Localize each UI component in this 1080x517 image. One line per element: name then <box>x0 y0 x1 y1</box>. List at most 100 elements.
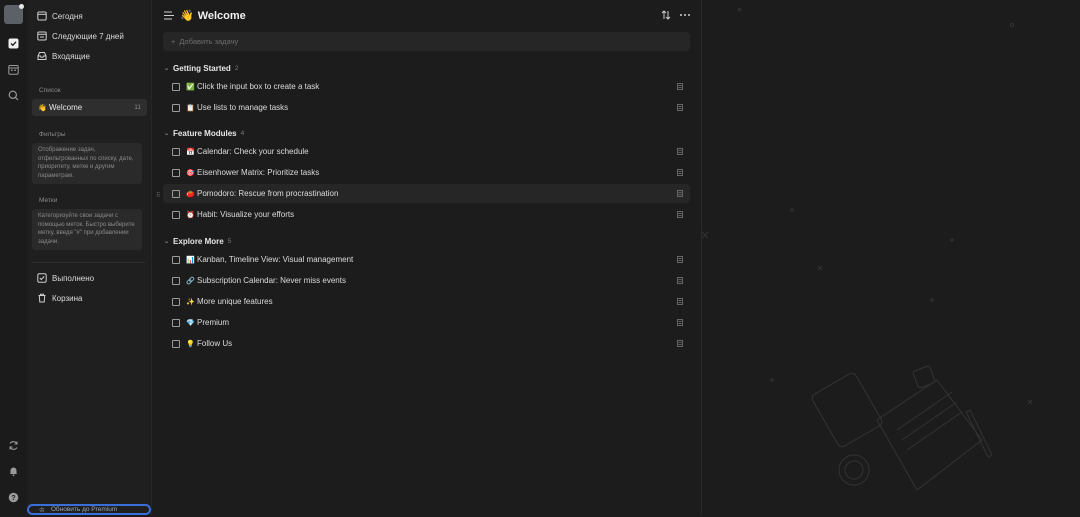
task-checkbox[interactable] <box>172 339 180 348</box>
task-checkbox[interactable] <box>172 276 180 285</box>
task-title: More unique features <box>197 297 273 306</box>
sidebar-item-completed[interactable]: Выполнено <box>37 271 94 285</box>
sidebar-item-today[interactable]: Сегодня <box>37 9 83 23</box>
dot-mark <box>790 208 794 212</box>
note-icon <box>677 256 683 263</box>
list-title: Welcome <box>197 9 246 22</box>
task-checkbox[interactable] <box>172 189 180 198</box>
note-icon <box>677 340 683 347</box>
more-options-icon[interactable] <box>679 10 691 22</box>
sort-icon[interactable] <box>661 10 671 22</box>
group-name: Explore More <box>173 237 224 246</box>
wave-icon: 👋 <box>180 10 194 22</box>
link-emoji-icon: 🔗 <box>186 277 195 285</box>
group-feature-modules[interactable]: ⌄ Feature Modules 4 <box>164 129 244 138</box>
task-row-hovered[interactable]: 🍅 Pomodoro: Rescue from procrastination <box>163 184 690 203</box>
clipboard-emoji-icon: 📋 <box>186 104 195 112</box>
drag-handle-icon[interactable]: ⠿ <box>156 192 160 199</box>
note-icon <box>677 319 683 326</box>
task-checkbox[interactable] <box>172 103 180 112</box>
check-emoji-icon: ✅ <box>186 83 195 91</box>
sidebar-item-welcome[interactable]: 👋 Welcome 11 <box>32 99 147 116</box>
task-checkbox[interactable] <box>172 210 180 219</box>
group-count: 4 <box>240 130 245 137</box>
lightbulb-emoji-icon: 💡 <box>186 340 195 348</box>
today-icon <box>37 11 47 21</box>
sparkle-mark <box>1027 399 1033 405</box>
sidebar: Сегодня Следующие 7 дней Входящие Список… <box>27 0 152 515</box>
sidebar-item-label: Сегодня <box>52 11 83 21</box>
task-title: Click the input box to create a task <box>197 82 320 91</box>
note-icon <box>677 277 683 284</box>
list-name: Welcome <box>49 103 83 112</box>
task-row[interactable]: 📊 Kanban, Timeline View: Visual manageme… <box>163 250 690 269</box>
dot-mark <box>950 238 954 242</box>
task-checkbox[interactable] <box>172 168 180 177</box>
sidebar-item-label: Следующие 7 дней <box>52 31 124 41</box>
task-row[interactable]: 💡 Follow Us <box>163 334 690 353</box>
filters-hint: Отображение задач, отфильтрованных по сп… <box>32 143 142 184</box>
upgrade-premium-button[interactable]: ♔ Обновить до Premium <box>27 504 151 515</box>
task-row[interactable]: 📋 Use lists to manage tasks <box>163 98 690 117</box>
task-row[interactable]: ⏰ Habit: Visualize your efforts <box>163 205 690 224</box>
svg-text:?: ? <box>11 495 15 502</box>
task-checkbox[interactable] <box>172 318 180 327</box>
task-detail-pane <box>701 0 1080 515</box>
task-row[interactable]: 🔗 Subscription Calendar: Never miss even… <box>163 271 690 290</box>
help-icon[interactable]: ? <box>6 490 21 505</box>
task-checkbox[interactable] <box>172 255 180 264</box>
add-task-placeholder: Добавить задачу <box>179 37 239 46</box>
empty-state-illustration <box>701 7 1033 491</box>
note-icon <box>677 190 683 197</box>
divider <box>32 262 145 263</box>
sidebar-item-label: Выполнено <box>52 273 95 283</box>
sparkles-emoji-icon: ✨ <box>186 298 195 306</box>
completed-icon <box>37 273 47 283</box>
task-title: Subscription Calendar: Never miss events <box>197 276 346 285</box>
task-row[interactable]: ✅ Click the input box to create a task <box>163 77 690 96</box>
tomato-emoji-icon: 🍅 <box>186 190 195 198</box>
add-task-input[interactable]: + Добавить задачу <box>163 32 690 51</box>
task-checkbox[interactable] <box>172 147 180 156</box>
task-title: Pomodoro: Rescue from procrastination <box>197 189 339 198</box>
avatar[interactable] <box>4 4 24 24</box>
search-icon[interactable] <box>6 88 21 103</box>
menu-icon[interactable] <box>164 11 174 22</box>
group-getting-started[interactable]: ⌄ Getting Started 2 <box>164 64 238 73</box>
dot-mark <box>770 378 774 382</box>
task-list-pane: 👋 Welcome + Добавить задачу ⌄ Getting St… <box>152 0 700 515</box>
sidebar-item-label: Входящие <box>52 51 90 61</box>
target-emoji-icon: 🎯 <box>186 169 195 177</box>
task-title: Follow Us <box>197 339 233 348</box>
tags-hint: Категоризуйте свои задачи с помощью мето… <box>32 209 142 250</box>
sidebar-item-inbox[interactable]: Входящие <box>37 49 90 63</box>
task-title: Calendar: Check your schedule <box>197 147 309 156</box>
list-section-title: Список <box>39 87 61 94</box>
inbox-icon <box>37 52 47 60</box>
calendar-emoji-icon: 📅 <box>186 148 195 156</box>
task-row[interactable]: ✨ More unique features <box>163 292 690 311</box>
sync-icon[interactable] <box>6 438 21 453</box>
tasks-check-icon[interactable] <box>6 36 21 51</box>
sidebar-item-label: Корзина <box>52 293 83 303</box>
upgrade-label: Обновить до Premium <box>50 506 118 513</box>
task-checkbox[interactable] <box>172 82 180 91</box>
task-row[interactable]: 🎯 Eisenhower Matrix: Prioritize tasks <box>163 163 690 182</box>
gem-emoji-icon: 💎 <box>186 319 195 327</box>
phone-drawing <box>811 372 883 448</box>
calendar-icon[interactable] <box>6 62 21 77</box>
sidebar-item-trash[interactable]: Корзина <box>37 291 82 305</box>
tags-section-title: Метки <box>39 197 58 204</box>
task-checkbox[interactable] <box>172 297 180 306</box>
group-explore-more[interactable]: ⌄ Explore More 5 <box>164 237 231 246</box>
sparkle-mark <box>737 7 742 12</box>
task-row[interactable]: 📅 Calendar: Check your schedule <box>163 142 690 161</box>
bell-icon[interactable] <box>6 464 21 479</box>
task-title: Use lists to manage tasks <box>197 103 289 112</box>
pencil-drawing <box>965 409 993 458</box>
task-row[interactable]: 💎 Premium <box>163 313 690 332</box>
list-count: 11 <box>134 104 141 111</box>
sidebar-item-next-7-days[interactable]: Следующие 7 дней <box>37 29 124 43</box>
note-icon <box>677 298 683 305</box>
filters-section-title: Фильтры <box>39 131 66 138</box>
